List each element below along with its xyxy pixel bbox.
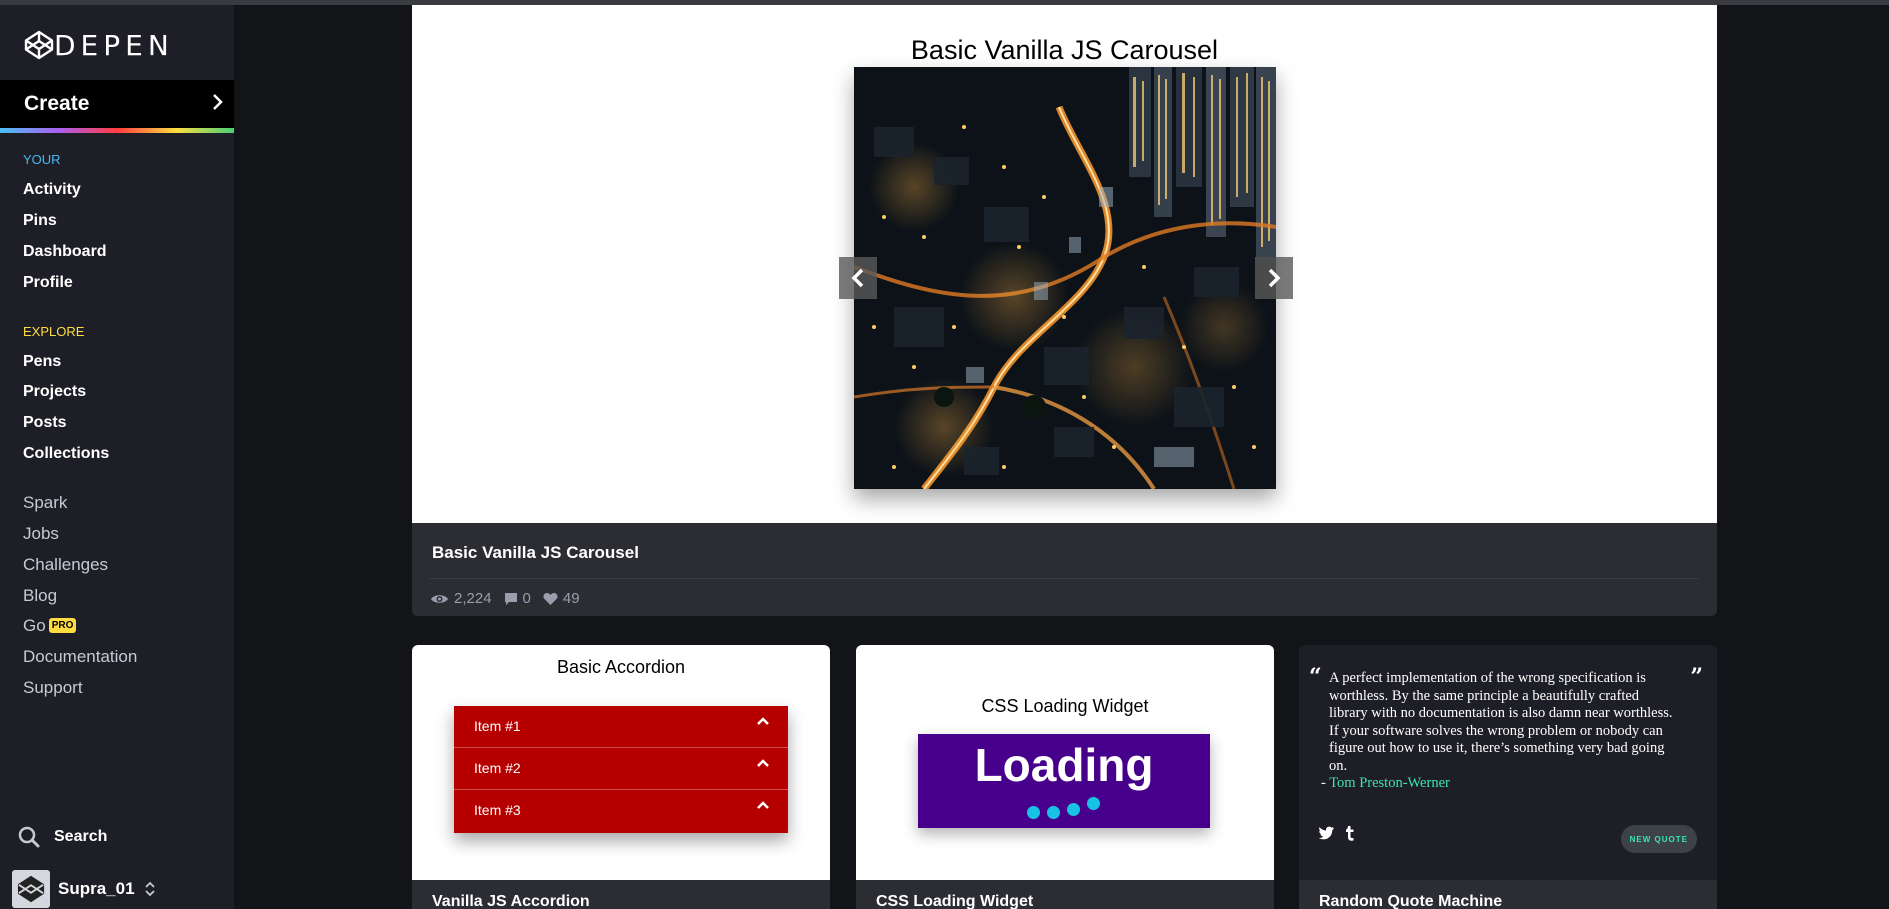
codepen-logo[interactable]: DEPEN <box>24 27 174 63</box>
comments-stat[interactable]: 0 <box>504 590 531 607</box>
sidebar-item-dashboard[interactable]: Dashboard <box>23 243 107 261</box>
carousel-title: Basic Vanilla JS Carousel <box>910 35 1219 65</box>
carousel-city-photo <box>854 67 1276 489</box>
codepen-avatar-icon <box>17 875 45 903</box>
carousel-prev-button[interactable] <box>839 257 877 299</box>
sidebar-item-collections[interactable]: Collections <box>23 445 109 463</box>
quote-open-icon: “ <box>1309 664 1322 690</box>
loading-widget: Loading <box>918 734 1210 828</box>
accordion-item[interactable]: Item #3 <box>454 790 788 832</box>
loading-card-info: CSS Loading Widget <box>856 880 1274 909</box>
user-menu[interactable]: Supra_01 <box>12 870 155 908</box>
loading-dot <box>1047 806 1060 819</box>
section-label-your: YOUR <box>23 152 61 167</box>
quote-close-icon: ” <box>1690 664 1703 690</box>
quote-pen-card[interactable]: “ ” A perfect implementation of the wron… <box>1299 645 1717 909</box>
featured-pen-preview[interactable]: Basic Vanilla JS Carousel <box>412 5 1717 523</box>
sidebar-item-challenges[interactable]: Challenges <box>23 555 108 575</box>
views-stat[interactable]: 2,224 <box>430 590 492 607</box>
sidebar-item-spark[interactable]: Spark <box>23 493 67 513</box>
sidebar-item-support[interactable]: Support <box>23 678 83 698</box>
sidebar-item-go[interactable]: Go PRO <box>23 616 77 636</box>
sidebar-item-go-label: Go <box>23 616 46 635</box>
quote-text: A perfect implementation of the wrong sp… <box>1329 670 1673 774</box>
accordion-item-label: Item #1 <box>474 718 521 734</box>
divider <box>430 578 1698 579</box>
likes-stat[interactable]: 49 <box>543 590 580 607</box>
loading-pen-card[interactable]: CSS Loading Widget Loading CSS Loading W… <box>856 645 1274 909</box>
chevron-up-icon <box>756 713 770 731</box>
loading-dot <box>1087 797 1100 810</box>
comment-icon <box>504 592 517 605</box>
pen-title[interactable]: Basic Vanilla JS Carousel <box>432 543 639 563</box>
loading-text: Loading <box>974 739 1154 791</box>
sidebar-item-projects[interactable]: Projects <box>23 383 86 401</box>
logo-wordmark: DEPEN <box>54 28 174 62</box>
sidebar-item-blog[interactable]: Blog <box>23 586 57 606</box>
chevron-right-icon <box>1268 268 1281 288</box>
new-quote-button[interactable]: NEW QUOTE <box>1620 825 1697 853</box>
sidebar-item-pins[interactable]: Pins <box>23 212 57 230</box>
featured-pen-info: Basic Vanilla JS Carousel 2,224 0 49 <box>412 523 1717 616</box>
sidebar-item-profile[interactable]: Profile <box>23 274 73 292</box>
search-label: Search <box>54 828 108 845</box>
create-label: Create <box>24 92 90 115</box>
section-label-explore: EXPLORE <box>23 324 85 339</box>
pro-badge: PRO <box>48 618 77 633</box>
carousel-next-button[interactable] <box>1255 257 1293 299</box>
sidebar-item-activity[interactable]: Activity <box>23 181 81 199</box>
accordion-preview-title: Basic Accordion <box>556 657 686 677</box>
accordion: Item #1 Item #2 Item #3 <box>454 706 788 833</box>
pen-title[interactable]: CSS Loading Widget <box>876 893 1033 909</box>
create-rainbow-bar <box>0 128 234 133</box>
username: Supra_01 <box>58 879 135 898</box>
featured-pen-card: Basic Vanilla JS Carousel Basic Vanilla … <box>412 5 1717 616</box>
loading-preview-title: CSS Loading Widget <box>981 696 1149 716</box>
views-count: 2,224 <box>454 590 492 607</box>
twitter-icon[interactable] <box>1318 826 1335 844</box>
pen-title[interactable]: Random Quote Machine <box>1319 893 1502 909</box>
sidebar-item-posts[interactable]: Posts <box>23 414 67 432</box>
quote-card-info: Random Quote Machine <box>1299 880 1717 909</box>
heart-icon <box>543 592 558 605</box>
comments-count: 0 <box>522 590 531 607</box>
likes-count: 49 <box>562 590 580 607</box>
eye-icon <box>431 594 448 603</box>
sidebar-item-documentation[interactable]: Documentation <box>23 647 137 667</box>
author-name: Tom Preston-Werner <box>1329 775 1450 791</box>
quote-author: - Tom Preston-Werner <box>1321 775 1450 792</box>
accordion-card-info: Vanilla JS Accordion <box>412 880 830 909</box>
loading-dot <box>1027 806 1040 819</box>
chevron-updown-icon <box>144 881 155 897</box>
author-prefix: - <box>1321 775 1330 791</box>
codepen-cube-icon <box>24 30 54 60</box>
accordion-item[interactable]: Item #1 <box>454 706 788 748</box>
search-icon <box>18 826 40 848</box>
search-button[interactable]: Search <box>18 826 107 848</box>
sidebar-item-jobs[interactable]: Jobs <box>23 524 59 544</box>
accordion-item-label: Item #2 <box>474 760 521 776</box>
chevron-up-icon <box>756 755 770 773</box>
tumblr-icon[interactable] <box>1345 826 1355 845</box>
sidebar-item-pens[interactable]: Pens <box>23 353 61 371</box>
create-button[interactable]: Create <box>0 80 234 128</box>
pen-title[interactable]: Vanilla JS Accordion <box>432 893 590 909</box>
accordion-item[interactable]: Item #2 <box>454 748 788 790</box>
sidebar: DEPEN Create YOUR Activity Pins Dashboar… <box>0 5 234 909</box>
chevron-up-icon <box>756 797 770 815</box>
loading-dot <box>1067 803 1080 816</box>
chevron-left-icon <box>851 268 864 288</box>
accordion-pen-card[interactable]: Basic Accordion Item #1 Item #2 Item #3 … <box>412 645 830 909</box>
chevron-right-icon <box>212 91 224 117</box>
avatar <box>12 870 50 908</box>
pen-stats: 2,224 0 49 <box>430 590 580 607</box>
accordion-item-label: Item #3 <box>474 802 521 818</box>
